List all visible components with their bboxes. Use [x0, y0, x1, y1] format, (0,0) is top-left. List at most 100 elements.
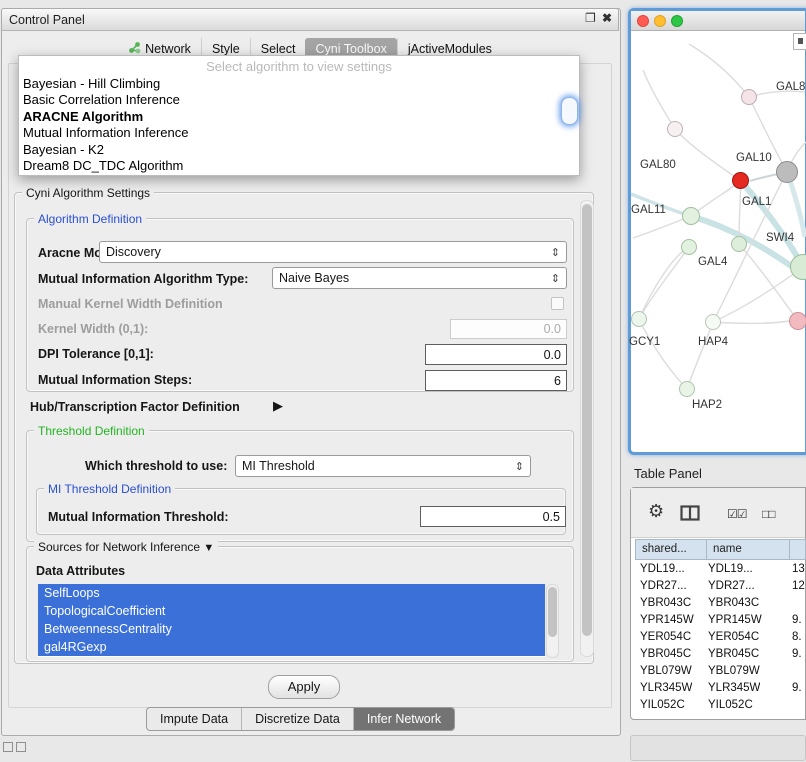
- collapsed-bottom-panel[interactable]: [630, 735, 806, 761]
- which-threshold-value: MI Threshold: [242, 459, 511, 473]
- minimize-traffic-light[interactable]: [654, 15, 666, 27]
- list-item-betweennesscentrality[interactable]: BetweennessCentrality: [38, 620, 545, 638]
- table-row[interactable]: YBR043C YBR043C: [635, 595, 805, 612]
- manual-kernel-checkbox[interactable]: [551, 297, 564, 310]
- node-label-gal80: GAL80: [640, 159, 676, 171]
- node-label-gcy1: GCY1: [629, 336, 660, 348]
- gear-icon[interactable]: ⚙: [648, 501, 664, 522]
- node-label-gal11: GAL11: [631, 204, 666, 216]
- table-row[interactable]: YBR045C YBR045C 9.: [635, 646, 805, 663]
- algorithm-option-dream8[interactable]: Dream8 DC_TDC Algorithm: [19, 158, 579, 174]
- algorithm-option-basic-correlation[interactable]: Basic Correlation Inference: [19, 92, 579, 108]
- node-label-hap2: HAP2: [692, 399, 722, 411]
- sources-list-scrollbar[interactable]: [546, 584, 559, 658]
- algorithm-combo-focus-button[interactable]: [561, 97, 578, 125]
- node-gal10[interactable]: [776, 161, 798, 183]
- cell-name: YBR045C: [708, 646, 759, 663]
- cell-shared-name: YLR345W: [640, 680, 692, 697]
- close-icon[interactable]: ✖: [602, 11, 612, 25]
- column-header-shared-name[interactable]: shared...: [635, 539, 707, 560]
- table-body: YDL19... YDL19... 13 YDR27... YDR27... 1…: [635, 561, 805, 715]
- node-unlabeled-pink-right[interactable]: [789, 312, 806, 330]
- data-attributes-label: Data Attributes: [36, 564, 125, 578]
- algorithm-option-bayesian-hill[interactable]: Bayesian - Hill Climbing: [19, 76, 579, 92]
- mi-threshold-group-title: MI Threshold Definition: [44, 482, 175, 496]
- list-item-selfloops[interactable]: SelfLoops: [38, 584, 545, 602]
- cell-name: YBR043C: [708, 595, 759, 612]
- control-panel-titlebar: [1, 8, 619, 31]
- cell-name: YIL052C: [708, 697, 753, 714]
- column-header-clipped[interactable]: [789, 539, 806, 560]
- mi-steps-input[interactable]: [425, 370, 567, 391]
- sources-collapse-arrow-icon[interactable]: ▼: [203, 542, 214, 554]
- node-unlabeled-green-1[interactable]: [681, 239, 697, 255]
- algorithm-option-mutual-information[interactable]: Mutual Information Inference: [19, 125, 579, 141]
- apply-button[interactable]: Apply: [268, 675, 340, 699]
- mi-type-value: Naive Bayes: [279, 271, 547, 285]
- table-row[interactable]: YIL052C YIL052C: [635, 697, 805, 714]
- table-row[interactable]: YBL079W YBL079W: [635, 663, 805, 680]
- sources-group-title: Sources for Network Inference ▼: [34, 540, 218, 555]
- hub-expand-arrow-icon[interactable]: ▶: [273, 398, 283, 414]
- node-gal80[interactable]: [667, 121, 683, 137]
- sources-title-text: Sources for Network Inference: [38, 540, 200, 554]
- sources-list-scrollbar-thumb[interactable]: [548, 587, 557, 637]
- columns-icon[interactable]: [680, 505, 700, 524]
- node-gal1[interactable]: [732, 172, 749, 189]
- dropdown-prompt: Select algorithm to view settings: [19, 56, 579, 76]
- float-window-icon[interactable]: ❐: [585, 11, 596, 25]
- table-row[interactable]: YER054C YER054C 8.: [635, 629, 805, 646]
- select-all-icon[interactable]: ☑☑: [727, 507, 747, 521]
- list-item-gal4rgexp[interactable]: gal4RGexp: [38, 638, 545, 656]
- zoom-traffic-light[interactable]: [671, 15, 683, 27]
- node-hap4[interactable]: [705, 314, 721, 330]
- cell-name: YLR345W: [708, 680, 760, 697]
- manual-kernel-label: Manual Kernel Width Definition: [38, 297, 223, 311]
- dpi-tolerance-input[interactable]: [425, 344, 567, 365]
- restore-panel-icon-1[interactable]: [3, 742, 13, 752]
- node-gal11[interactable]: [682, 207, 700, 225]
- mi-threshold-input[interactable]: [420, 506, 566, 527]
- settings-scrollbar-thumb[interactable]: [582, 204, 592, 636]
- node-gal4[interactable]: [731, 236, 747, 252]
- kernel-width-label: Kernel Width (0,1):: [38, 322, 148, 336]
- cell-shared-name: YDR27...: [640, 578, 687, 595]
- close-traffic-light[interactable]: [637, 15, 649, 27]
- cell-shared-name: YBR045C: [640, 646, 691, 663]
- which-threshold-select[interactable]: MI Threshold ⇕: [235, 455, 531, 477]
- tab-impute-data[interactable]: Impute Data: [147, 708, 241, 730]
- tab-infer-network[interactable]: Infer Network: [353, 708, 454, 730]
- combo-arrows-icon: ⇕: [551, 272, 560, 285]
- node-label-gal4: GAL4: [698, 256, 727, 268]
- combo-arrows-icon: ⇕: [551, 246, 560, 259]
- algorithm-option-aracne[interactable]: ARACNE Algorithm: [19, 109, 579, 125]
- mi-threshold-label: Mutual Information Threshold:: [48, 510, 229, 524]
- settings-scrollbar[interactable]: [580, 200, 594, 657]
- table-row[interactable]: YDR27... YDR27... 12: [635, 578, 805, 595]
- node-label-hap4: HAP4: [698, 336, 728, 348]
- tab-discretize-data[interactable]: Discretize Data: [241, 708, 353, 730]
- node-hap2[interactable]: [679, 381, 695, 397]
- table-row[interactable]: YPR145W YPR145W 9.: [635, 612, 805, 629]
- node-unlabeled-pink-top[interactable]: [741, 89, 757, 105]
- hub-definition-label: Hub/Transcription Factor Definition: [30, 400, 240, 414]
- cell-name: YPR145W: [708, 612, 762, 629]
- column-header-name[interactable]: name: [706, 539, 790, 560]
- list-item-topologicalcoefficient[interactable]: TopologicalCoefficient: [38, 602, 545, 620]
- cell-shared-name: YIL052C: [640, 697, 685, 714]
- control-panel-title: Control Panel: [9, 13, 85, 27]
- deselect-all-icon[interactable]: □□: [762, 507, 775, 521]
- restore-panel-icon-2[interactable]: [16, 742, 26, 752]
- aracne-mode-select[interactable]: Discovery ⇕: [99, 241, 567, 263]
- mi-type-label: Mutual Information Algorithm Type:: [38, 272, 248, 286]
- dpi-tolerance-label: DPI Tolerance [0,1]:: [38, 347, 154, 361]
- table-row[interactable]: YDL19... YDL19... 13: [635, 561, 805, 578]
- network-scroll-corner-box[interactable]: [793, 33, 806, 50]
- data-attributes-list: SelfLoops TopologicalCoefficient Between…: [38, 584, 545, 657]
- aracne-mode-value: Discovery: [106, 245, 547, 259]
- mi-type-select[interactable]: Naive Bayes ⇕: [272, 267, 567, 289]
- node-label-swi4: SWI4: [766, 232, 794, 244]
- algorithm-option-bayesian-k2[interactable]: Bayesian - K2: [19, 142, 579, 158]
- table-row[interactable]: YLR345W YLR345W 9.: [635, 680, 805, 697]
- node-gcy1[interactable]: [631, 311, 647, 327]
